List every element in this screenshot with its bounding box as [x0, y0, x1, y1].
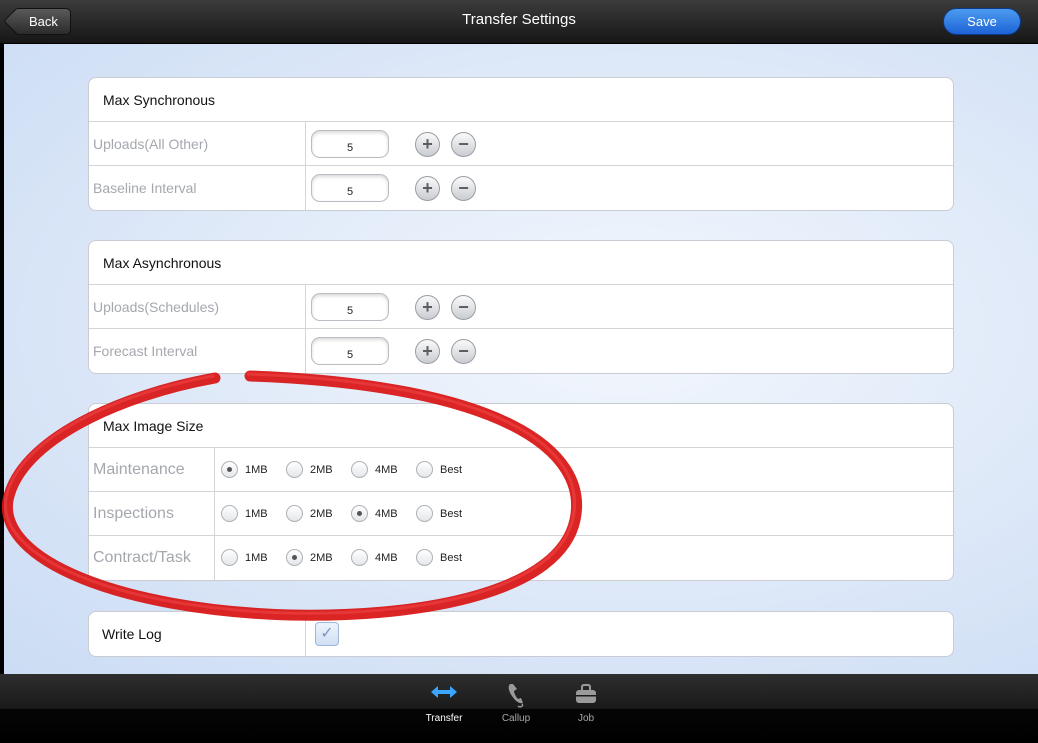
forecast-interval-field[interactable]: 5	[311, 337, 389, 365]
radio-button[interactable]	[286, 461, 303, 478]
row-label: Uploads(All Other)	[93, 136, 209, 152]
radio-label: 2MB	[310, 508, 333, 520]
divider	[214, 536, 215, 580]
sync-row-uploads: Uploads(All Other) 5 + −	[89, 122, 953, 166]
radio-button[interactable]	[416, 505, 433, 522]
async-row-forecast: Forecast Interval 5 + −	[89, 329, 953, 373]
decrement-button[interactable]: −	[451, 176, 476, 201]
decrement-button[interactable]: −	[451, 132, 476, 157]
radio-button[interactable]	[351, 549, 368, 566]
decrement-button[interactable]: −	[451, 339, 476, 364]
tab-label: Transfer	[425, 713, 463, 724]
radio-label: Best	[440, 552, 463, 564]
max-image-size-group: Max Image Size Maintenance 1MB 2MB 4MB Best I…	[88, 403, 954, 581]
radio-button[interactable]	[221, 461, 238, 478]
image-size-row: Maintenance 1MB 2MB 4MB Best	[89, 448, 953, 492]
divider	[305, 166, 306, 210]
radio-button[interactable]	[416, 461, 433, 478]
increment-button[interactable]: +	[415, 339, 440, 364]
divider	[305, 612, 306, 656]
uploads-all-other-field[interactable]: 5	[311, 130, 389, 158]
tab-label: Callup	[501, 713, 531, 724]
tab-transfer[interactable]: Transfer	[414, 682, 474, 724]
image-size-row: Contract/Task 1MB 2MB 4MB Best	[89, 536, 953, 580]
radio-label: 4MB	[375, 552, 398, 564]
radio-label: 1MB	[245, 508, 268, 520]
save-button[interactable]: Save	[943, 8, 1021, 35]
radio-label: 1MB	[245, 552, 268, 564]
radio-label: 2MB	[310, 552, 333, 564]
radio-label: Best	[440, 464, 463, 476]
tab-bar: Transfer Callup Job	[0, 674, 1038, 743]
divider	[305, 122, 306, 165]
max-synchronous-group: Max Synchronous Uploads(All Other) 5 + −…	[88, 77, 954, 211]
increment-button[interactable]: +	[415, 176, 440, 201]
row-label: Contract/Task	[93, 549, 191, 566]
row-label: Uploads(Schedules)	[93, 299, 220, 315]
radio-button[interactable]	[351, 505, 368, 522]
divider	[305, 329, 306, 373]
radio-button[interactable]	[221, 505, 238, 522]
row-label: Write Log	[102, 626, 162, 642]
radio-label: Best	[440, 508, 463, 520]
briefcase-icon	[556, 682, 616, 710]
row-label: Baseline Interval	[93, 180, 197, 196]
divider	[214, 448, 215, 491]
phone-icon	[486, 682, 546, 710]
tab-job[interactable]: Job	[556, 682, 616, 724]
max-asynchronous-group: Max Asynchronous Uploads(Schedules) 5 + …	[88, 240, 954, 374]
row-label: Inspections	[93, 505, 174, 522]
group-header: Max Asynchronous	[89, 241, 953, 285]
sync-row-baseline: Baseline Interval 5 + −	[89, 166, 953, 210]
radio-button[interactable]	[286, 505, 303, 522]
radio-button[interactable]	[286, 549, 303, 566]
write-log-group: Write Log ✓	[88, 611, 954, 657]
write-log-checkbox[interactable]: ✓	[315, 622, 339, 646]
increment-button[interactable]: +	[415, 295, 440, 320]
image-size-row: Inspections 1MB 2MB 4MB Best	[89, 492, 953, 536]
navigation-bar: Back Transfer Settings Save	[0, 0, 1038, 44]
decrement-button[interactable]: −	[451, 295, 476, 320]
row-label: Forecast Interval	[93, 343, 198, 359]
tab-callup[interactable]: Callup	[486, 682, 546, 724]
baseline-interval-field[interactable]: 5	[311, 174, 389, 202]
async-row-uploads: Uploads(Schedules) 5 + −	[89, 285, 953, 329]
radio-label: 4MB	[375, 464, 398, 476]
tab-label: Job	[577, 713, 595, 724]
radio-label: 4MB	[375, 508, 398, 520]
increment-button[interactable]: +	[415, 132, 440, 157]
radio-label: 2MB	[310, 464, 333, 476]
divider	[305, 285, 306, 328]
arrows-horizontal-icon	[414, 682, 474, 710]
radio-button[interactable]	[416, 549, 433, 566]
write-log-row: Write Log ✓	[89, 612, 953, 656]
radio-label: 1MB	[245, 464, 268, 476]
group-header: Max Synchronous	[89, 78, 953, 122]
page-title: Transfer Settings	[462, 11, 576, 28]
row-label: Maintenance	[93, 461, 185, 478]
group-header: Max Image Size	[89, 404, 953, 448]
settings-content: Max Synchronous Uploads(All Other) 5 + −…	[4, 44, 1038, 674]
radio-button[interactable]	[351, 461, 368, 478]
divider	[214, 492, 215, 535]
uploads-schedules-field[interactable]: 5	[311, 293, 389, 321]
radio-button[interactable]	[221, 549, 238, 566]
